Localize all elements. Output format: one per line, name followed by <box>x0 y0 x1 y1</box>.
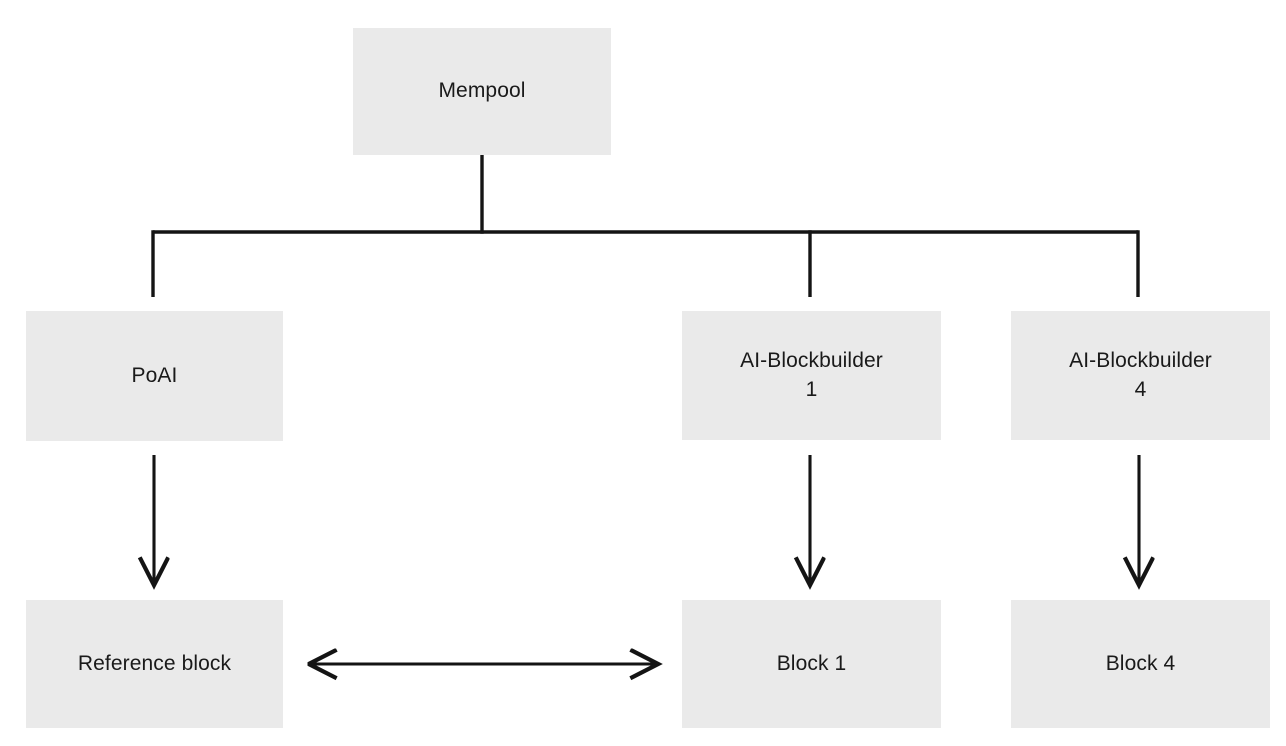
node-block-4-label: Block 4 <box>1105 651 1176 675</box>
node-mempool: Mempool <box>353 28 611 155</box>
node-block-4: Block 4 <box>1011 600 1270 728</box>
node-poai: PoAI <box>26 311 283 441</box>
node-reference-block: Reference block <box>26 600 283 728</box>
node-ai-blockbuilder-4-label: AI-Blockbuilder 4 <box>1069 349 1212 401</box>
node-ai-blockbuilder-1-label: AI-Blockbuilder 1 <box>740 349 883 401</box>
node-block-1-label: Block 1 <box>776 651 847 675</box>
node-ai-blockbuilder-4: AI-Blockbuilder 4 <box>1011 311 1270 440</box>
node-poai-label: PoAI <box>131 363 178 387</box>
node-block-1: Block 1 <box>682 600 941 728</box>
diagram-canvas: Mempool PoAI AI-Blockbuilder 1 AI-Blockb… <box>0 0 1286 746</box>
node-ai-blockbuilder-1: AI-Blockbuilder 1 <box>682 311 941 440</box>
node-reference-block-label: Reference block <box>77 651 232 675</box>
node-mempool-label: Mempool <box>438 79 526 103</box>
